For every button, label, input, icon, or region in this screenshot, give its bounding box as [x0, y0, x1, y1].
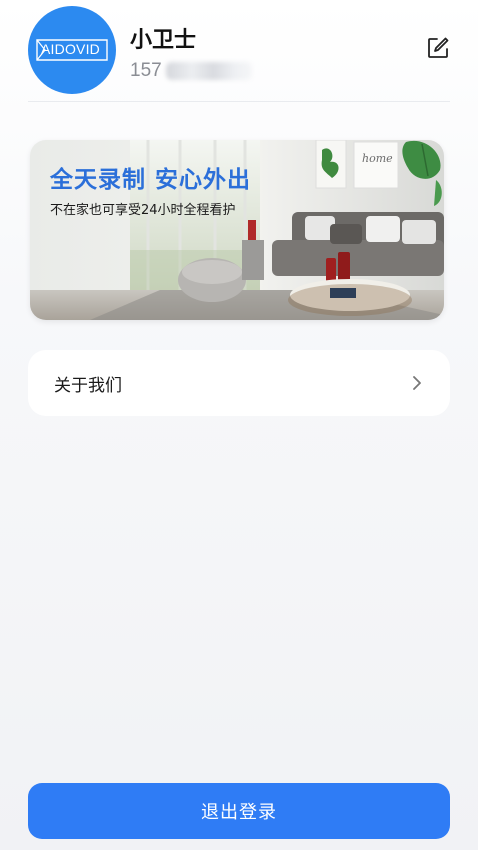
promo-banner[interactable]: home 全天录制 安心外出 不在家也可享受24小时全程看护: [30, 140, 444, 320]
user-name: 小卫士: [130, 28, 197, 53]
edit-icon[interactable]: [426, 36, 450, 60]
profile-header: AIDOVID 小卫士 157: [28, 6, 450, 102]
about-us-label: 关于我们: [54, 375, 122, 396]
menu-item-about-us[interactable]: 关于我们: [28, 350, 450, 416]
phone-number: 157: [130, 58, 252, 84]
aidovid-logo: AIDOVID: [35, 37, 109, 63]
wall-art-text: home: [362, 152, 393, 165]
banner-subtitle: 不在家也可享受24小时全程看护: [50, 203, 236, 218]
chevron-right-icon: [410, 374, 424, 392]
phone-prefix: 157: [130, 60, 162, 81]
banner-title: 全天录制 安心外出: [50, 167, 252, 193]
logout-button[interactable]: 退出登录: [28, 783, 450, 839]
avatar[interactable]: AIDOVID: [28, 6, 116, 94]
phone-masked: [165, 62, 252, 80]
